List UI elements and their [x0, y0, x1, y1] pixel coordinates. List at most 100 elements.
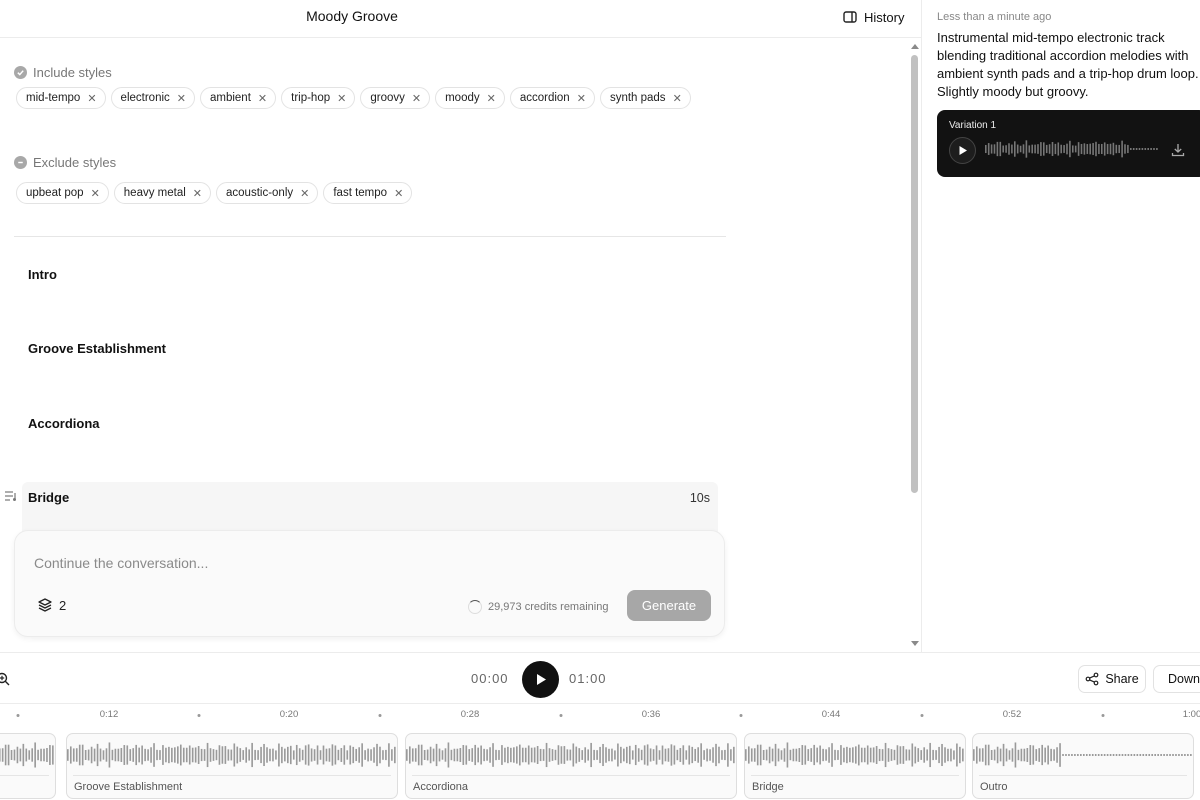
- exclude-tag-label: upbeat pop: [26, 187, 84, 199]
- variation-waveform: [985, 140, 1158, 158]
- exclude-styles-label: Exclude styles: [33, 155, 117, 170]
- remove-tag-icon[interactable]: ✕: [412, 92, 421, 105]
- include-tag-label: ambient: [209, 92, 251, 104]
- include-tag[interactable]: trip-hop ✕: [281, 87, 356, 109]
- history-description-line: blending traditional accordion melodies …: [937, 48, 1189, 63]
- exclude-tag[interactable]: heavy metal ✕: [113, 182, 212, 204]
- include-tag[interactable]: moody ✕: [435, 87, 505, 109]
- generate-button[interactable]: Generate: [627, 590, 711, 621]
- include-tag[interactable]: synth pads ✕: [599, 87, 691, 109]
- history-description: Instrumental mid-tempo electronic track …: [937, 29, 1200, 101]
- exclude-tag[interactable]: upbeat pop ✕: [16, 182, 109, 204]
- timeline-tick-dot: [16, 714, 20, 717]
- timeline-segment[interactable]: Groove Establishment: [66, 733, 398, 799]
- include-tag-label: synth pads: [609, 92, 666, 104]
- remove-tag-icon[interactable]: ✕: [577, 92, 586, 105]
- history-button[interactable]: History: [842, 6, 904, 28]
- variation-play-button[interactable]: [949, 137, 976, 164]
- segment-label: Groove Establishment: [74, 781, 183, 793]
- segment-divider: [73, 775, 391, 776]
- history-timestamp: Less than a minute ago: [937, 11, 1052, 23]
- section-bridge-duration: 10s: [689, 491, 710, 505]
- exclude-minus-icon: [14, 156, 27, 169]
- include-tag[interactable]: groovy ✕: [360, 87, 431, 109]
- remove-tag-icon[interactable]: ✕: [193, 187, 202, 200]
- play-icon: [536, 674, 546, 685]
- current-time: 00:00: [471, 671, 509, 686]
- exclude-tag-label: fast tempo: [333, 187, 388, 199]
- include-tag[interactable]: electronic ✕: [110, 87, 195, 109]
- segment-divider: [0, 775, 49, 776]
- remove-tag-icon[interactable]: ✕: [337, 92, 346, 105]
- history-button-label: History: [864, 9, 905, 25]
- history-description-line: ambient synth pads and a trip-hop drum l…: [937, 66, 1199, 81]
- segment-label: Bridge: [752, 781, 784, 793]
- timeline-tick-label: 1:00: [1182, 709, 1200, 720]
- remove-tag-icon[interactable]: ✕: [177, 92, 186, 105]
- zoom-icon[interactable]: [0, 672, 10, 686]
- download-icon[interactable]: [1171, 143, 1185, 157]
- timeline-tick-dot: [378, 714, 382, 717]
- download-button[interactable]: Download: [1153, 665, 1200, 693]
- segment-waveform: [0, 742, 54, 768]
- include-tag-list: mid-tempo ✕ electronic ✕ ambient ✕ trip-hop ✕ gr…: [16, 87, 691, 109]
- section-list-icon: [5, 491, 16, 501]
- play-icon: [959, 146, 967, 155]
- timeline-segment[interactable]: Bridge: [744, 733, 966, 799]
- segment-divider: [751, 775, 959, 776]
- download-button-label: Download: [1168, 672, 1200, 686]
- share-button-label: Share: [1105, 672, 1139, 686]
- app-root: Moody Groove History Include styles mid-…: [0, 0, 1200, 800]
- scrollbar-thumb[interactable]: [911, 55, 918, 493]
- top-bar: Moody Groove History: [0, 0, 922, 38]
- include-tag-label: groovy: [370, 92, 405, 104]
- history-description-line: Slightly moody but groovy.: [937, 84, 1089, 99]
- scroll-up-arrow[interactable]: [911, 44, 919, 49]
- include-tag[interactable]: accordion ✕: [509, 87, 595, 109]
- remove-tag-icon[interactable]: ✕: [300, 187, 309, 200]
- timeline-segment[interactable]: [0, 733, 56, 799]
- include-tag[interactable]: mid-tempo ✕: [16, 87, 106, 109]
- remove-tag-icon[interactable]: ✕: [673, 92, 682, 105]
- variation-count-selector[interactable]: 2: [37, 597, 66, 613]
- variation-label: Variation 1: [949, 120, 997, 131]
- timeline-tick-dot: [1101, 714, 1105, 717]
- composer: 2 29,973 credits remaining Generate: [14, 530, 725, 637]
- share-icon: [1085, 672, 1099, 686]
- timeline-segment[interactable]: Accordiona: [405, 733, 737, 799]
- segment-waveform: [973, 742, 1192, 768]
- credits-text: 29,973 credits remaining: [488, 601, 609, 613]
- exclude-tag[interactable]: fast tempo ✕: [323, 182, 413, 204]
- exclude-tag-list: upbeat pop ✕ heavy metal ✕ acoustic-only ✕ fas…: [16, 182, 413, 204]
- section-groove-establishment[interactable]: Groove Establishment: [28, 341, 166, 356]
- remove-tag-icon[interactable]: ✕: [487, 92, 496, 105]
- include-styles-label: Include styles: [33, 65, 112, 80]
- remove-tag-icon[interactable]: ✕: [91, 187, 100, 200]
- history-description-line: Instrumental mid-tempo electronic track: [937, 30, 1165, 45]
- scroll-down-arrow[interactable]: [911, 641, 919, 646]
- page-title: Moody Groove: [306, 8, 398, 24]
- conversation-input[interactable]: [34, 552, 694, 574]
- remove-tag-icon[interactable]: ✕: [87, 92, 96, 105]
- exclude-tag[interactable]: acoustic-only ✕: [216, 182, 319, 204]
- timeline[interactable]: 0:12 0:20 0:28 0:36 0:44 0:52 1:00 Groove Esta…: [0, 704, 1200, 800]
- total-time: 01:00: [569, 671, 607, 686]
- share-button[interactable]: Share: [1078, 665, 1146, 693]
- section-intro[interactable]: Intro: [28, 267, 57, 282]
- exclude-tag-label: heavy metal: [123, 187, 186, 199]
- include-tag[interactable]: ambient ✕: [199, 87, 277, 109]
- timeline-tick-label: 0:20: [279, 709, 299, 720]
- section-accordiona[interactable]: Accordiona: [28, 416, 100, 431]
- play-button[interactable]: [522, 661, 559, 698]
- prompt-scroll-area[interactable]: Include styles mid-tempo ✕ electronic ✕ ambi…: [0, 38, 908, 652]
- variation-card[interactable]: Variation 1: [937, 110, 1200, 177]
- timeline-segment[interactable]: Outro: [972, 733, 1194, 799]
- history-panel: Less than a minute ago Instrumental mid-…: [923, 0, 1200, 652]
- scrollbar[interactable]: [908, 38, 922, 652]
- timeline-tick-dot: [559, 714, 563, 717]
- include-styles-heading: Include styles: [14, 65, 112, 80]
- remove-tag-icon[interactable]: ✕: [394, 187, 403, 200]
- include-tag-label: electronic: [120, 92, 170, 104]
- player-bar: 00:00 01:00 Share Download: [0, 652, 1200, 704]
- remove-tag-icon[interactable]: ✕: [258, 92, 267, 105]
